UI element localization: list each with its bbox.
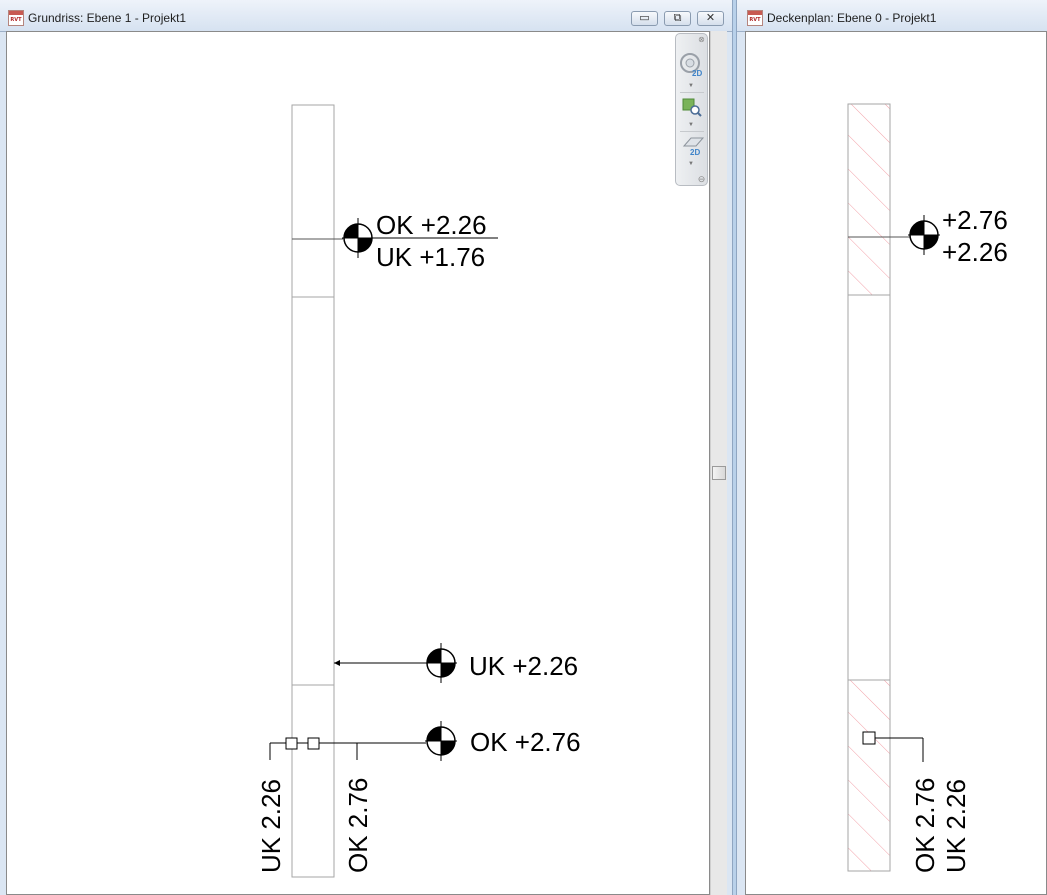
chevron-down-icon[interactable]: ▼ [688,161,694,167]
tag-top-uk: UK +1.76 [376,242,485,272]
vertical-scrollbar[interactable] [710,31,727,895]
steering-wheel-badge: 2D [692,69,702,78]
navbar-separator [680,131,704,132]
revit-file-icon: RVT [747,10,763,26]
right-title-bar[interactable]: RVT Deckenplan: Ebene 0 - Projekt1 [737,0,1047,32]
leader-mid-arrow [334,660,340,666]
tag-mid-uk: UK +2.26 [469,651,578,681]
navbar-collapse-icon[interactable]: ⊖ [697,175,706,184]
ceiling-plan-canvas[interactable] [745,31,1047,895]
navigation-bar[interactable]: ⊗ 2D ▼ ▼ 2D ▼ ⊖ [675,33,708,186]
chevron-down-icon[interactable]: ▼ [688,122,694,128]
tag-vertical-ok: OK 2.76 [343,778,373,873]
navbar-separator [680,92,704,93]
spot-elevation-symbol-bottom[interactable] [425,721,457,761]
grundriss-window[interactable]: RVT Grundriss: Ebene 1 - Projekt1 ▭ ⧉ ✕ … [0,0,733,895]
scrollbar-thumb[interactable] [712,466,726,480]
steering-wheel-icon[interactable]: 2D [679,50,705,80]
tag-vertical-uk: UK 2.26 [256,779,286,873]
pan-icon[interactable]: 2D [679,135,705,161]
element-outline[interactable] [291,104,335,878]
grip-square-1[interactable] [285,737,298,750]
right-window-title: Deckenplan: Ebene 0 - Projekt1 [767,11,937,25]
spot-elevation-symbol-mid[interactable] [425,643,457,683]
grip-square-2[interactable] [307,737,320,750]
chevron-down-icon[interactable]: ▼ [688,83,694,89]
tag-top-ok: OK +2.26 [376,210,487,240]
floor-plan-drawing: OK +2.26 UK +1.76 UK +2.26 OK +2.76 UK 2… [256,104,581,878]
tag-bottom-ok: OK +2.76 [470,727,581,757]
navbar-close-icon[interactable]: ⊗ [697,35,706,44]
zoom-region-icon[interactable] [681,97,703,117]
pan-badge: 2D [690,148,700,157]
spot-elevation-symbol-top[interactable] [342,218,374,258]
